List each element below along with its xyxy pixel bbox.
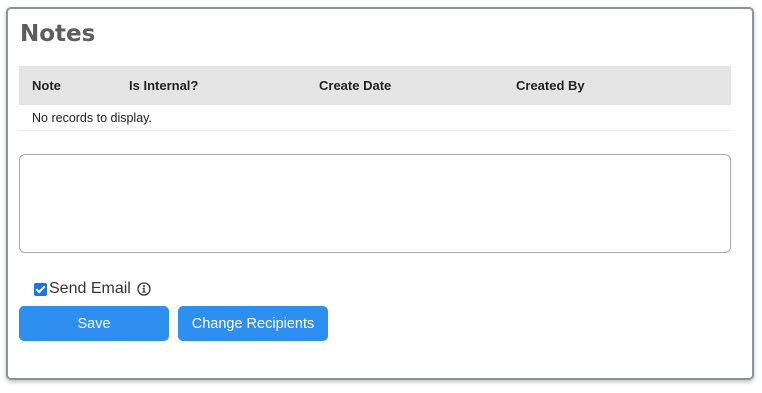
notes-panel: Notes Note Is Internal? Create Date Crea… (6, 7, 754, 380)
notes-table: Note Is Internal? Create Date Created By… (19, 66, 731, 131)
send-email-label[interactable]: Send Email (49, 280, 131, 298)
table-header-row: Note Is Internal? Create Date Created By (19, 66, 731, 105)
empty-message: No records to display. (19, 105, 731, 131)
change-recipients-button[interactable]: Change Recipients (178, 306, 328, 341)
note-textarea[interactable] (19, 154, 731, 253)
table-row: No records to display. (19, 105, 731, 131)
info-icon[interactable] (137, 282, 151, 296)
column-header-create-date[interactable]: Create Date (306, 66, 503, 105)
page-title: Notes (20, 21, 96, 47)
column-header-note[interactable]: Note (19, 66, 116, 105)
send-email-checkbox[interactable] (34, 282, 47, 296)
send-email-row: Send Email (34, 278, 151, 300)
column-header-created-by[interactable]: Created By (503, 66, 731, 105)
column-header-is-internal[interactable]: Is Internal? (116, 66, 306, 105)
save-button[interactable]: Save (19, 306, 169, 341)
